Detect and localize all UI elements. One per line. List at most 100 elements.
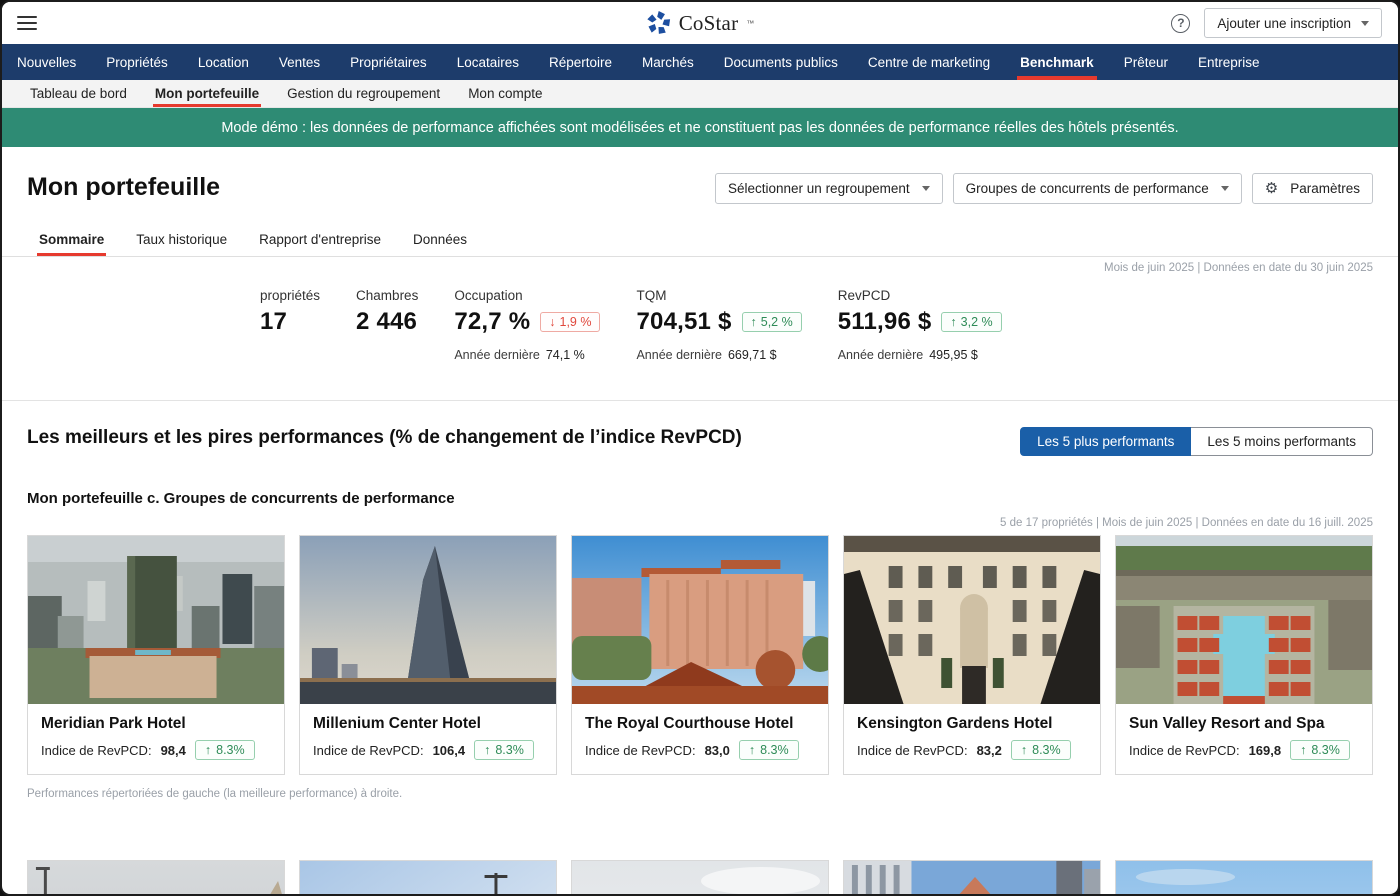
index-label: Indice de RevPCD:: [857, 743, 968, 758]
performance-subtitle: Mon portefeuille c. Groupes de concurren…: [27, 490, 1373, 507]
subnav-item-gestion-regroupement[interactable]: Gestion du regroupement: [273, 80, 454, 107]
up-arrow-icon: ↑: [205, 743, 211, 757]
nav-item-documents-publics[interactable]: Documents publics: [709, 44, 853, 80]
up-arrow-icon: ↑: [1300, 743, 1306, 757]
performance-section: Les meilleurs et les pires performances …: [2, 401, 1398, 896]
stat-value: 17: [260, 308, 320, 336]
add-listing-button[interactable]: Ajouter une inscription: [1204, 8, 1382, 38]
add-listing-label: Ajouter une inscription: [1217, 16, 1351, 31]
gear-icon: ⚙: [1265, 181, 1278, 196]
stat-proprietes: propriétés 17: [260, 288, 320, 362]
tab-sommaire[interactable]: Sommaire: [27, 226, 116, 256]
last-year-line: Année dernière669,71 $: [636, 348, 801, 362]
page-title: Mon portefeuille: [27, 173, 220, 202]
stat-value: 2 446: [356, 308, 418, 336]
toggle-bottom-performers[interactable]: Les 5 moins performants: [1191, 427, 1373, 456]
hotel-card-royal-courthouse[interactable]: The Royal Courthouse Hotel Indice de Rev…: [571, 535, 829, 775]
hotel-name: Millenium Center Hotel: [313, 715, 543, 733]
hotel-card[interactable]: [843, 860, 1101, 896]
stat-label: Occupation: [454, 288, 600, 303]
nav-item-proprietaires[interactable]: Propriétaires: [335, 44, 442, 80]
nav-item-ventes[interactable]: Ventes: [264, 44, 335, 80]
change-value: 3,2 %: [961, 315, 993, 329]
change-badge-up: ↑ 8.3%: [195, 740, 255, 760]
stat-tqm: TQM 704,51 $ ↑ 5,2 % Année dernière669,7…: [636, 288, 801, 362]
settings-button[interactable]: ⚙ Paramètres: [1252, 173, 1373, 204]
logo-text: CoStar: [679, 11, 739, 36]
stat-label: TQM: [636, 288, 801, 303]
summary-stats-panel: Mois de juin 2025 | Données en date du 3…: [2, 257, 1398, 401]
hotel-card[interactable]: [571, 860, 829, 896]
hotel-cards-row-2: [27, 860, 1373, 896]
nav-item-marches[interactable]: Marchés: [627, 44, 709, 80]
grouping-dropdown[interactable]: Sélectionner un regroupement: [715, 173, 943, 204]
compset-dropdown[interactable]: Groupes de concurrents de performance: [953, 173, 1242, 204]
hotel-card-meridian-park[interactable]: Meridian Park Hotel Indice de RevPCD: 98…: [27, 535, 285, 775]
index-label: Indice de RevPCD:: [41, 743, 152, 758]
index-label: Indice de RevPCD:: [313, 743, 424, 758]
index-value: 98,4: [161, 743, 186, 758]
up-arrow-icon: ↑: [484, 743, 490, 757]
performance-date-note: 5 de 17 propriétés | Mois de juin 2025 |…: [27, 517, 1373, 529]
nav-item-locataires[interactable]: Locataires: [442, 44, 534, 80]
up-arrow-icon: ↑: [950, 315, 956, 329]
nav-item-repertoire[interactable]: Répertoire: [534, 44, 627, 80]
last-year-line: Année dernière74,1 %: [454, 348, 600, 362]
tab-taux-historique[interactable]: Taux historique: [124, 226, 239, 256]
stat-label: propriétés: [260, 288, 320, 303]
change-badge-up: ↑ 3,2 %: [941, 312, 1001, 332]
hotel-card-millenium-center[interactable]: Millenium Center Hotel Indice de RevPCD:…: [299, 535, 557, 775]
nav-item-centre-marketing[interactable]: Centre de marketing: [853, 44, 1005, 80]
hotel-photo: [28, 861, 284, 896]
nav-item-nouvelles[interactable]: Nouvelles: [2, 44, 91, 80]
performers-toggle: Les 5 plus performants Les 5 moins perfo…: [1020, 427, 1373, 456]
last-year-line: Année dernière495,95 $: [838, 348, 1002, 362]
performance-section-title: Les meilleurs et les pires performances …: [27, 427, 742, 449]
stat-chambres: Chambres 2 446: [356, 288, 418, 362]
secondary-nav: Tableau de bord Mon portefeuille Gestion…: [2, 80, 1398, 108]
stat-label: Chambres: [356, 288, 418, 303]
hotel-cards-row: Meridian Park Hotel Indice de RevPCD: 98…: [27, 535, 1373, 775]
nav-item-benchmark[interactable]: Benchmark: [1005, 44, 1109, 80]
report-tabs: Sommaire Taux historique Rapport d'entre…: [2, 226, 1398, 257]
stat-occupation: Occupation 72,7 % ↓ 1,9 % Année dernière…: [454, 288, 600, 362]
tab-rapport-entreprise[interactable]: Rapport d'entreprise: [247, 226, 393, 256]
help-icon[interactable]: ?: [1171, 14, 1190, 33]
logo-trademark: ™: [746, 19, 754, 28]
change-value: 5,2 %: [761, 315, 793, 329]
hotel-card-kensington-gardens[interactable]: Kensington Gardens Hotel Indice de RevPC…: [843, 535, 1101, 775]
hotel-card[interactable]: [299, 860, 557, 896]
index-value: 106,4: [433, 743, 466, 758]
hotel-card[interactable]: [1115, 860, 1373, 896]
down-arrow-icon: ↓: [549, 315, 555, 329]
hotel-photo: [1116, 536, 1372, 704]
subnav-item-mon-portefeuille[interactable]: Mon portefeuille: [141, 80, 273, 107]
up-arrow-icon: ↑: [751, 315, 757, 329]
change-value: 8.3%: [216, 743, 245, 757]
tab-donnees[interactable]: Données: [401, 226, 479, 256]
hotel-card-sun-valley[interactable]: Sun Valley Resort and Spa Indice de RevP…: [1115, 535, 1373, 775]
index-label: Indice de RevPCD:: [1129, 743, 1240, 758]
nav-item-preteur[interactable]: Prêteur: [1109, 44, 1183, 80]
change-badge-down: ↓ 1,9 %: [540, 312, 600, 332]
up-arrow-icon: ↑: [1021, 743, 1027, 757]
chevron-down-icon: [1221, 186, 1229, 191]
hamburger-menu-icon[interactable]: [17, 16, 37, 30]
change-badge-up: ↑ 8.3%: [474, 740, 534, 760]
summary-date-note: Mois de juin 2025 | Données en date du 3…: [27, 262, 1373, 274]
index-value: 83,2: [977, 743, 1002, 758]
hotel-name: Kensington Gardens Hotel: [857, 715, 1087, 733]
hotel-photo: [1116, 861, 1372, 896]
hotel-card[interactable]: [27, 860, 285, 896]
change-badge-up: ↑ 8.3%: [1290, 740, 1350, 760]
index-value: 169,8: [1249, 743, 1282, 758]
nav-item-location[interactable]: Location: [183, 44, 264, 80]
demo-mode-banner: Mode démo : les données de performance a…: [2, 108, 1398, 147]
subnav-item-mon-compte[interactable]: Mon compte: [454, 80, 556, 107]
nav-item-entreprise[interactable]: Entreprise: [1183, 44, 1275, 80]
toggle-top-performers[interactable]: Les 5 plus performants: [1020, 427, 1191, 456]
primary-nav: Nouvelles Propriétés Location Ventes Pro…: [2, 44, 1398, 80]
top-bar: CoStar ™ ? Ajouter une inscription: [2, 2, 1398, 44]
subnav-item-tableau-de-bord[interactable]: Tableau de bord: [16, 80, 141, 107]
nav-item-proprietes[interactable]: Propriétés: [91, 44, 183, 80]
